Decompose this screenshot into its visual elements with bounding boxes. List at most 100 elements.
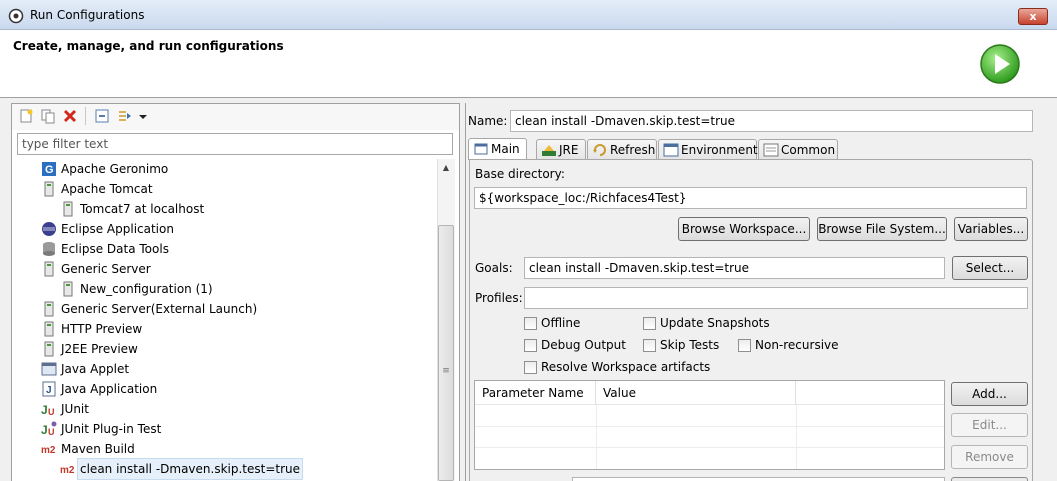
checkbox-label: Skip Tests [660,338,720,352]
svg-text:J: J [41,403,48,417]
duplicate-config-icon[interactable] [40,108,56,124]
server-icon [44,301,54,317]
base-directory-label: Base directory: [475,167,565,181]
server-icon [63,201,73,217]
next-field-edge [572,477,945,481]
checkbox-label: Update Snapshots [660,316,770,330]
select-goals-button[interactable]: Select... [952,256,1028,280]
scrollbar-thumb[interactable] [438,225,454,481]
checkbox-box[interactable] [738,339,751,352]
java-application-icon: J [42,381,56,397]
add-parameter-button[interactable]: Add... [951,382,1028,406]
new-launch-config-icon[interactable] [18,108,34,124]
svg-text:U: U [48,407,55,417]
tab-environment-label: Environment [681,143,758,157]
tree-item-label: Generic Server [61,262,151,276]
server-icon [44,321,54,337]
tree-item-label: New_configuration (1) [80,282,213,296]
tree-item-label: Eclipse Application [61,222,174,236]
window-title-bar [0,0,1057,30]
eclipse-app-icon [8,8,24,24]
server-icon [44,181,54,197]
column-header-value[interactable]: Value [596,381,796,405]
toolbar-separator [85,107,86,125]
server-icon [44,261,54,277]
tab-refresh-label: Refresh [610,143,656,157]
tab-environment[interactable]: Environment [658,139,758,160]
java-applet-icon [41,362,57,376]
tree-item-label: Maven Build [61,442,135,456]
junit-icon: J U [41,403,55,417]
svg-text:m2: m2 [41,445,56,456]
table-row-divider [475,447,944,448]
scroll-up-arrow-icon[interactable]: ▲ [437,159,455,177]
tab-main[interactable]: Main [468,138,527,160]
tree-item-label: JUnit [61,402,89,416]
checkbox-box[interactable] [643,339,656,352]
edit-parameter-button[interactable]: Edit... [951,413,1028,437]
tree-item-label: Apache Geronimo [61,162,169,176]
svg-text:m2: m2 [60,465,75,476]
svg-text:J: J [41,423,48,437]
tree-item-label: Java Applet [61,362,130,376]
name-input[interactable]: clean install -Dmaven.skip.test=true [510,110,1033,132]
tree-item-label: Eclipse Data Tools [61,242,169,256]
browse-file-system-button[interactable]: Browse File System... [817,217,947,241]
collapse-all-icon[interactable] [94,108,110,124]
tree-item-label: HTTP Preview [61,322,143,336]
checkbox-label: Debug Output [541,338,626,352]
goals-input[interactable]: clean install -Dmaven.skip.test=true [524,257,945,279]
refresh-icon [593,144,606,156]
profiles-label: Profiles: [475,291,523,305]
goals-label: Goals: [475,261,513,275]
browse-workspace-button[interactable]: Browse Workspace... [678,217,810,241]
run-icon [980,44,1020,84]
filter-input[interactable] [17,133,453,155]
banner-title: Create, manage, and run configurations [13,39,284,53]
checkbox-label: Non-recursive [755,338,839,352]
svg-text:U: U [48,427,55,437]
server-icon [63,281,73,297]
tab-refresh[interactable]: Refresh [587,139,657,160]
junit-plugin-icon: J U [41,421,57,437]
checkbox-box[interactable] [524,361,537,374]
base-directory-input[interactable]: ${workspace_loc:/Richfaces4Test} [474,187,1027,209]
profiles-input[interactable] [524,287,1028,309]
checkbox-box[interactable] [643,317,656,330]
filter-configs-icon[interactable] [117,108,133,124]
eclipse-icon [42,222,56,236]
left-toolbar [12,104,459,130]
maven-icon: m2 [41,445,56,456]
tree-item-label: JUnit Plug-in Test [61,422,162,436]
table-column-divider [796,405,797,469]
tree-item-label: Java Application [61,382,158,396]
server-icon [44,341,54,357]
database-icon [43,242,55,256]
tree-item-label: J2EE Preview [61,342,138,356]
remove-parameter-button[interactable]: Remove [951,445,1028,469]
delete-config-icon[interactable] [62,108,78,124]
table-row-divider [475,426,944,427]
svg-text:G: G [45,164,54,176]
tab-common-label: Common [781,143,836,157]
chevron-down-icon[interactable] [137,108,149,124]
tree-item-label: Apache Tomcat [61,182,153,196]
svg-text:J: J [46,385,52,396]
tree-item-label: Tomcat7 at localhost [80,202,205,216]
close-button[interactable]: x [1018,8,1048,25]
column-header-parameter-name[interactable]: Parameter Name [475,381,596,405]
tab-jre-label: JRE [559,143,579,157]
main-tab-icon [474,143,488,155]
variables-button[interactable]: Variables... [954,217,1028,241]
tab-jre[interactable]: JRE [536,139,586,160]
environment-icon [663,143,679,157]
next-button-edge [951,477,1028,481]
checkbox-box[interactable] [524,317,537,330]
tab-main-label: Main [491,142,520,156]
tree-item-label: clean install -Dmaven.skip.test=true [76,458,304,480]
checkbox-box[interactable] [524,339,537,352]
column-header-filler [796,381,944,405]
tab-common[interactable]: Common [758,139,838,160]
table-column-divider [596,405,597,469]
jre-icon [542,145,556,156]
